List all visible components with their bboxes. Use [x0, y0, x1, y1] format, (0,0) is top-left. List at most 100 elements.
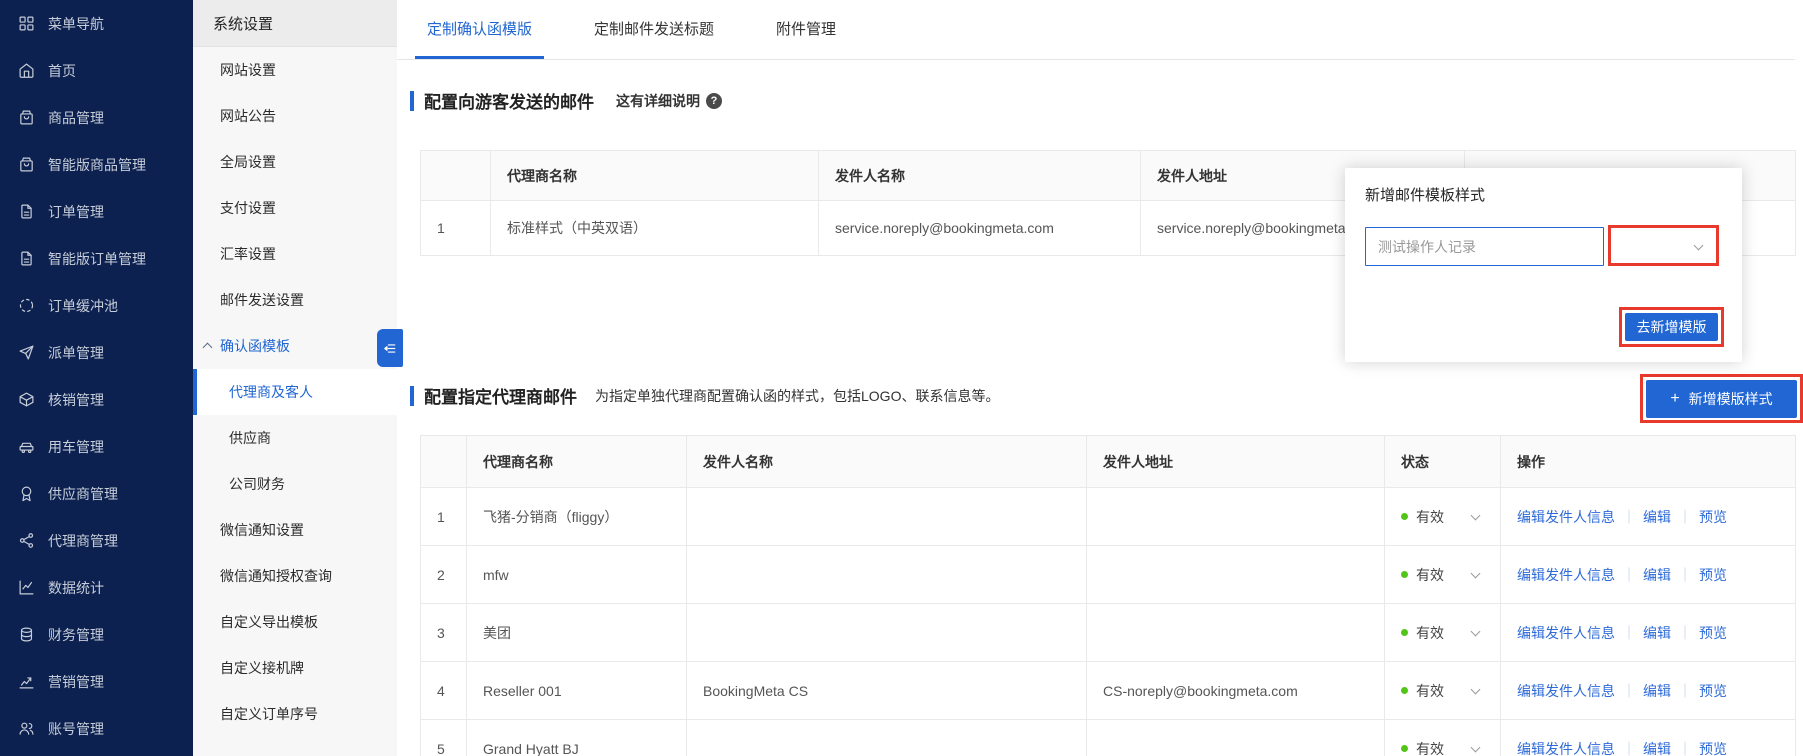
submenu-item-wechat-auth-query[interactable]: 微信通知授权查询	[193, 553, 397, 599]
sidebar-item-agents[interactable]: 代理商管理	[0, 517, 193, 564]
help-question-icon[interactable]: ?	[706, 92, 722, 109]
edit-link[interactable]: 编辑	[1643, 683, 1671, 699]
status-label: 有效	[1416, 624, 1444, 641]
sidebar-item-label: 核销管理	[48, 391, 104, 408]
submenu-item-custom-export-template[interactable]: 自定义导出模板	[193, 599, 397, 645]
edit-sender-info-link[interactable]: 编辑发件人信息	[1517, 509, 1615, 525]
tab-attachment-management[interactable]: 附件管理	[764, 0, 848, 59]
submenu-item-global-settings[interactable]: 全局设置	[193, 139, 397, 185]
sidebar-item-dispatch[interactable]: 派单管理	[0, 329, 193, 376]
sidebar-item-menu-nav[interactable]: 菜单导航	[0, 0, 193, 47]
column-header-sender-name: 发件人名称	[818, 150, 1141, 201]
section-agent-mail: 配置指定代理商邮件 为指定单独代理商配置确认函的样式，包括LOGO、联系信息等。	[410, 383, 999, 408]
sidebar-item-products[interactable]: 商品管理	[0, 94, 193, 141]
sidebar-item-orders[interactable]: 订单管理	[0, 188, 193, 235]
status-dot	[1401, 629, 1408, 636]
status-label: 有效	[1416, 682, 1444, 699]
sidebar-item-vehicles[interactable]: 用车管理	[0, 423, 193, 470]
button-label: 新增模版样式	[1688, 390, 1773, 407]
chevron-down-icon[interactable]	[1470, 626, 1481, 636]
preview-link[interactable]: 预览	[1699, 741, 1727, 756]
submenu-item-custom-pickup-sign[interactable]: 自定义接机牌	[193, 645, 397, 691]
preview-link[interactable]: 预览	[1699, 625, 1727, 641]
collapse-panel-icon	[382, 340, 399, 357]
edit-sender-info-link[interactable]: 编辑发件人信息	[1517, 741, 1615, 756]
submenu-item-site-settings[interactable]: 网站设置	[193, 47, 397, 93]
column-header-agent-name: 代理商名称	[490, 150, 819, 201]
add-template-style-button[interactable]: + 新增模版样式	[1646, 379, 1797, 418]
cell-sender-address	[1086, 545, 1385, 604]
sidebar-item-marketing[interactable]: 营销管理	[0, 658, 193, 705]
submenu-item-mail-send-settings[interactable]: 邮件发送设置	[193, 277, 397, 323]
chevron-down-icon[interactable]	[1470, 510, 1481, 520]
sidebar-item-verification[interactable]: 核销管理	[0, 376, 193, 423]
chevron-down-icon[interactable]	[1470, 742, 1481, 752]
sidebar-item-label: 首页	[48, 62, 76, 79]
preview-link[interactable]: 预览	[1699, 509, 1727, 525]
cell-sender-name	[686, 603, 1087, 662]
cell-index: 3	[420, 603, 467, 662]
sidebar-item-smart-orders[interactable]: 智能版订单管理	[0, 235, 193, 282]
submenu-item-label: 代理商及客人	[229, 384, 313, 400]
sidebar-item-home[interactable]: 首页	[0, 47, 193, 94]
sidebar-item-label: 商品管理	[48, 109, 104, 126]
edit-sender-info-link[interactable]: 编辑发件人信息	[1517, 683, 1615, 699]
add-mail-template-popup: 新增邮件模板样式 去新增模版	[1345, 168, 1742, 362]
send-icon	[18, 344, 35, 361]
edit-link[interactable]: 编辑	[1643, 509, 1671, 525]
link-separator: ｜	[1622, 508, 1636, 525]
cell-index: 2	[420, 545, 467, 604]
sidebar-item-label: 菜单导航	[48, 15, 104, 32]
edit-link[interactable]: 编辑	[1643, 625, 1671, 641]
go-add-template-button[interactable]: 去新增模版	[1625, 313, 1718, 341]
submenu-item-confirmation-template[interactable]: 确认函模板	[193, 323, 397, 369]
cell-agent-name: 标准样式（中英双语）	[490, 200, 819, 256]
section-subtitle: 为指定单独代理商配置确认函的样式，包括LOGO、联系信息等。	[595, 387, 1000, 404]
sidebar-item-statistics[interactable]: 数据统计	[0, 564, 193, 611]
submenu-item-supplier[interactable]: 供应商	[193, 415, 397, 461]
submenu-item-site-notice[interactable]: 网站公告	[193, 93, 397, 139]
tab-custom-mail-subject[interactable]: 定制邮件发送标题	[582, 0, 726, 59]
edit-sender-info-link[interactable]: 编辑发件人信息	[1517, 567, 1615, 583]
cell-sender-address: CS-noreply@bookingmeta.com	[1086, 661, 1385, 720]
edit-link[interactable]: 编辑	[1643, 741, 1671, 756]
sidebar-item-label: 供应商管理	[48, 485, 118, 502]
template-name-input[interactable]	[1365, 227, 1604, 266]
column-header-index	[420, 435, 467, 488]
column-header-index	[420, 150, 491, 201]
help-text: 这有详细说明	[616, 92, 700, 109]
section-title: 配置向游客发送的邮件	[424, 93, 594, 112]
cell-status: 有效	[1384, 545, 1501, 604]
template-type-select[interactable]	[1608, 225, 1719, 266]
preview-link[interactable]: 预览	[1699, 567, 1727, 583]
sidebar-item-suppliers[interactable]: 供应商管理	[0, 470, 193, 517]
submenu-collapse-button[interactable]	[377, 329, 403, 367]
submenu-item-payment-settings[interactable]: 支付设置	[193, 185, 397, 231]
column-header-sender-address: 发件人地址	[1086, 435, 1385, 488]
link-separator: ｜	[1678, 566, 1692, 583]
submenu-item-agent-and-guest[interactable]: 代理商及客人	[193, 369, 397, 415]
submenu-item-wechat-notify[interactable]: 微信通知设置	[193, 507, 397, 553]
sidebar-item-smart-products[interactable]: 智能版商品管理	[0, 141, 193, 188]
submenu-item-exchange-rate[interactable]: 汇率设置	[193, 231, 397, 277]
section-title: 配置指定代理商邮件	[424, 388, 577, 407]
edit-sender-info-link[interactable]: 编辑发件人信息	[1517, 625, 1615, 641]
status-dot	[1401, 687, 1408, 694]
cell-actions: 编辑发件人信息 ｜ 编辑 ｜ 预览	[1500, 661, 1796, 720]
chevron-down-icon[interactable]	[1470, 568, 1481, 578]
edit-link[interactable]: 编辑	[1643, 567, 1671, 583]
chevron-down-icon[interactable]	[1470, 684, 1481, 694]
sidebar-item-finance[interactable]: 财务管理	[0, 611, 193, 658]
tab-custom-confirmation-template[interactable]: 定制确认函模版	[415, 0, 545, 59]
preview-link[interactable]: 预览	[1699, 683, 1727, 699]
section-accent-bar	[410, 90, 414, 111]
sidebar-item-accounts[interactable]: 账号管理	[0, 705, 193, 752]
shopping-bag-icon	[18, 109, 35, 126]
cell-agent-name: 飞猪-分销商（fliggy）	[466, 487, 687, 546]
submenu-item-company-finance[interactable]: 公司财务	[193, 461, 397, 507]
column-header-actions: 操作	[1500, 435, 1796, 488]
sidebar-item-order-buffer[interactable]: 订单缓冲池	[0, 282, 193, 329]
chart-icon	[18, 579, 35, 596]
table-header-row: 代理商名称 发件人名称 发件人地址 状态 操作	[420, 435, 1796, 488]
submenu-item-custom-order-number[interactable]: 自定义订单序号	[193, 691, 397, 737]
